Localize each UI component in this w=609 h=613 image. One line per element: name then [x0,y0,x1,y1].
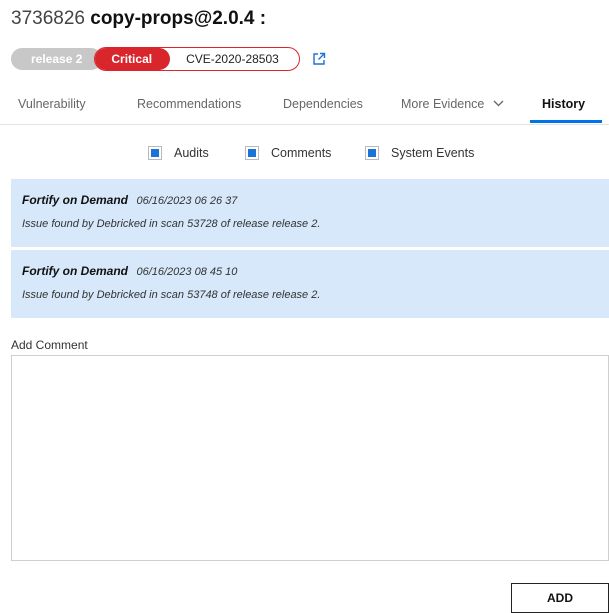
add-button[interactable]: ADD [511,583,609,613]
history-event: Fortify on Demand 06/16/2023 06 26 37 Is… [11,179,609,247]
tab-history[interactable]: History [542,97,585,111]
event-source: Fortify on Demand [22,193,129,207]
filter-comments[interactable]: Comments [245,146,331,160]
history-filters: Audits Comments System Events [0,146,609,166]
comment-textarea[interactable] [11,355,609,561]
event-source: Fortify on Demand [22,264,129,278]
package-name: copy-props@2.0.4 : [90,8,267,29]
filter-comments-label: Comments [271,146,332,160]
tab-recommendations[interactable]: Recommendations [137,97,241,111]
chevron-down-icon [493,100,504,107]
severity-badge: Critical [95,48,171,70]
page-title: 3736826 copy-props@2.0.4 : [11,8,266,30]
badge-row: release 2 Critical CVE-2020-28503 [11,47,326,71]
filter-system-events-label: System Events [391,146,475,160]
tab-more-evidence-label: More Evidence [401,97,485,111]
filter-system-events[interactable]: System Events [365,146,474,160]
cve-id: CVE-2020-28503 [186,52,279,66]
event-timestamp: 06/16/2023 08 45 10 [136,266,238,278]
active-tab-indicator [530,120,602,123]
release-badge: release 2 [11,48,103,70]
event-description: Issue found by Debricked in scan 53748 o… [22,289,321,301]
severity-badge-group: Critical CVE-2020-28503 [94,47,300,71]
event-description: Issue found by Debricked in scan 53728 o… [22,218,321,230]
tab-more-evidence[interactable]: More Evidence [401,97,504,111]
issue-id: 3736826 [11,8,85,29]
filter-audits[interactable]: Audits [148,146,209,160]
filter-audits-label: Audits [174,146,209,160]
external-link-icon[interactable] [312,52,326,66]
event-timestamp: 06/16/2023 06 26 37 [136,195,238,207]
tab-vulnerability[interactable]: Vulnerability [18,97,86,111]
tab-dependencies[interactable]: Dependencies [283,97,363,111]
history-event-list: Fortify on Demand 06/16/2023 06 26 37 Is… [11,179,609,321]
tab-bar: Vulnerability Recommendations Dependenci… [0,88,609,125]
comments-checkbox[interactable] [245,146,259,160]
audits-checkbox[interactable] [148,146,162,160]
system-events-checkbox[interactable] [365,146,379,160]
add-comment-label: Add Comment [11,338,88,352]
history-event: Fortify on Demand 06/16/2023 08 45 10 Is… [11,250,609,318]
